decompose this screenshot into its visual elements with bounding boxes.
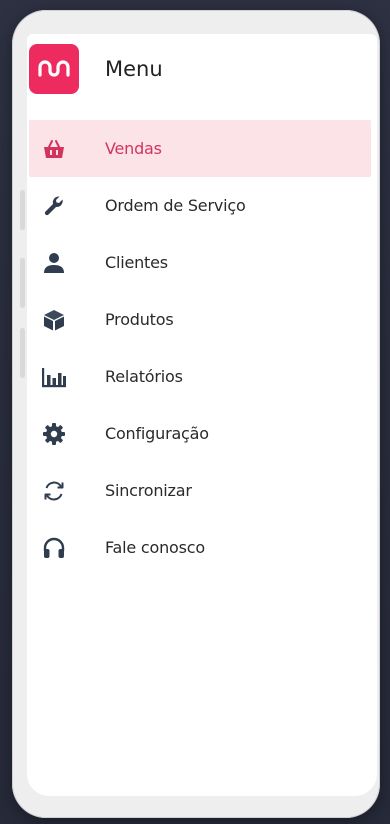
menu-item-label: Configuração (105, 424, 209, 443)
menu-item-label: Relatórios (105, 367, 183, 386)
headphones-icon (29, 536, 79, 560)
phone-side-button (20, 190, 25, 230)
brand-logo-icon[interactable] (29, 44, 79, 94)
menu-item-clientes[interactable]: Clientes (29, 234, 371, 291)
person-icon (29, 252, 79, 274)
bar-chart-icon (29, 366, 79, 388)
menu-item-produtos[interactable]: Produtos (29, 291, 371, 348)
phone-volume-up-button (20, 258, 25, 308)
menu-list: Vendas Ordem de Serviço Clientes Produto… (27, 120, 377, 576)
app-screen: Menu Vendas Ordem de Serviço Clientes Pr… (27, 34, 377, 796)
menu-item-ordem-de-servico[interactable]: Ordem de Serviço (29, 177, 371, 234)
menu-item-fale-conosco[interactable]: Fale conosco (29, 519, 371, 576)
phone-volume-down-button (20, 328, 25, 378)
menu-item-relatorios[interactable]: Relatórios (29, 348, 371, 405)
menu-item-label: Produtos (105, 310, 174, 329)
page-title: Menu (105, 57, 163, 81)
menu-item-vendas[interactable]: Vendas (29, 120, 371, 177)
menu-item-label: Fale conosco (105, 538, 205, 557)
menu-item-label: Vendas (105, 139, 162, 158)
menu-header: Menu (27, 44, 377, 96)
sync-icon (29, 479, 79, 503)
wrench-icon (29, 195, 79, 217)
menu-item-configuracao[interactable]: Configuração (29, 405, 371, 462)
menu-item-label: Ordem de Serviço (105, 196, 246, 215)
menu-item-label: Clientes (105, 253, 168, 272)
gear-icon (29, 422, 79, 446)
basket-icon (29, 138, 79, 160)
menu-item-sincronizar[interactable]: Sincronizar (29, 462, 371, 519)
menu-item-label: Sincronizar (105, 481, 192, 500)
box-icon (29, 309, 79, 331)
